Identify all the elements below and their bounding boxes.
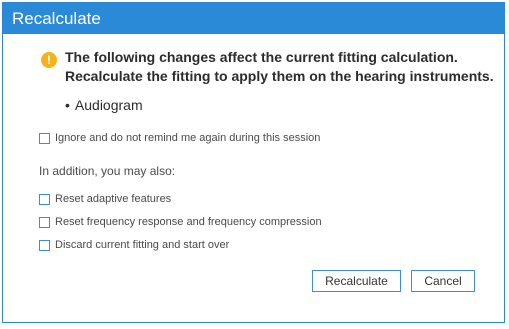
reset-adaptive-checkbox[interactable] — [39, 193, 50, 205]
bullet-icon: • — [65, 97, 70, 113]
recalculate-button[interactable]: Recalculate — [312, 270, 401, 292]
option-row-reset-adaptive[interactable]: Reset adaptive features — [39, 193, 171, 205]
reset-adaptive-label: Reset adaptive features — [55, 193, 172, 205]
warning-icon: ! — [41, 52, 57, 68]
cancel-button[interactable]: Cancel — [411, 270, 475, 292]
reset-frequency-checkbox[interactable] — [39, 216, 50, 228]
addition-label: In addition, you may also: — [39, 164, 176, 178]
discard-fitting-checkbox[interactable] — [39, 239, 50, 251]
dialog-content: ! The following changes affect the curre… — [3, 34, 504, 322]
discard-fitting-label: Discard current fitting and start over — [55, 239, 230, 251]
ignore-checkbox-row[interactable]: Ignore and do not remind me again during… — [39, 132, 320, 144]
recalculate-dialog: Recalculate ! The following changes affe… — [2, 2, 505, 323]
dialog-title: Recalculate — [3, 3, 504, 34]
option-row-discard-fitting[interactable]: Discard current fitting and start over — [39, 239, 229, 251]
change-item-label: Audiogram — [74, 97, 143, 113]
message-line-1: The following changes affect the current… — [65, 49, 458, 65]
option-row-reset-frequency[interactable]: Reset frequency response and frequency c… — [39, 216, 322, 228]
ignore-checkbox[interactable] — [39, 132, 50, 144]
message-line-2: Recalculate the fitting to apply them on… — [65, 68, 494, 84]
reset-frequency-label: Reset frequency response and frequency c… — [55, 216, 322, 228]
warning-message: The following changes affect the current… — [65, 48, 495, 86]
change-item-audiogram: • Audiogram — [65, 97, 143, 113]
ignore-checkbox-label: Ignore and do not remind me again during… — [55, 132, 321, 144]
